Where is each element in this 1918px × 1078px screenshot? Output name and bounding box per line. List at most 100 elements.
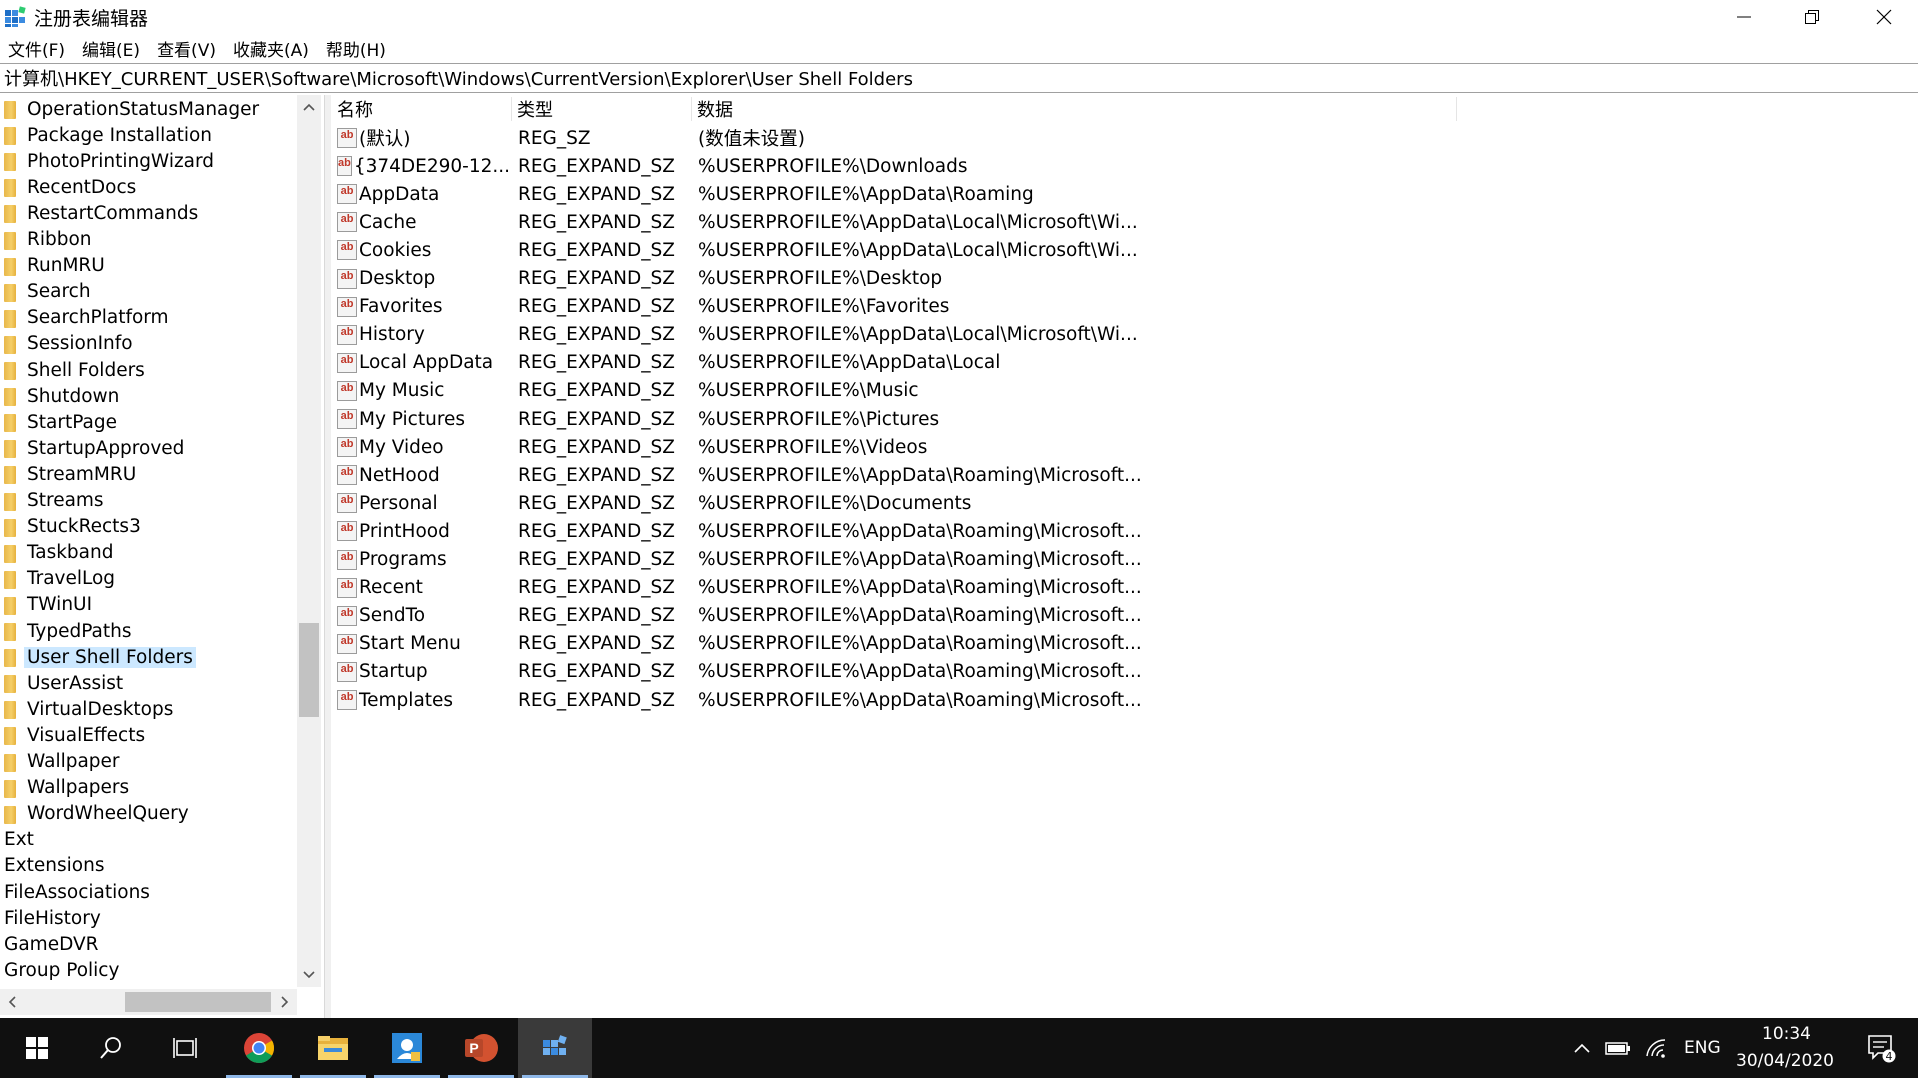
tree-item[interactable]: Wallpapers	[0, 775, 129, 801]
value-name: Desktop	[359, 268, 436, 289]
value-row[interactable]: ab My Pictures REG_EXPAND_SZ %USERPROFILE%\…	[331, 405, 1456, 433]
menu-bar: 文件(F) 编辑(E) 查看(V) 收藏夹(A) 帮助(H)	[0, 34, 1918, 62]
scroll-right-arrow[interactable]	[273, 989, 297, 1015]
tree-vertical-scrollbar[interactable]	[297, 95, 321, 987]
value-row[interactable]: ab Cookies REG_EXPAND_SZ %USERPROFILE%\AppD…	[331, 236, 1456, 264]
tree-item-label: RestartCommands	[27, 202, 199, 224]
task-view-button[interactable]	[148, 1018, 222, 1078]
tree-item[interactable]: Extensions	[0, 853, 104, 879]
tree-item[interactable]: Shell Folders	[0, 357, 145, 383]
tree-item[interactable]: Search	[0, 279, 91, 305]
tree-item[interactable]: TypedPaths	[0, 618, 132, 644]
tree-item[interactable]: User Shell Folders	[0, 644, 196, 670]
column-header-data[interactable]: 数据	[691, 95, 1456, 122]
value-type: REG_EXPAND_SZ	[518, 492, 675, 514]
tree-item[interactable]: Ext	[0, 827, 34, 853]
scroll-down-arrow[interactable]	[297, 963, 321, 987]
value-type: REG_EXPAND_SZ	[518, 408, 675, 430]
close-button[interactable]	[1850, 0, 1918, 34]
value-row[interactable]: ab Local AppData REG_EXPAND_SZ %USERPROFILE…	[331, 349, 1456, 377]
tree-item[interactable]: Taskband	[0, 540, 113, 566]
value-row[interactable]: ab NetHood REG_EXPAND_SZ %USERPROFILE%\AppD…	[331, 461, 1456, 489]
tree-item[interactable]: PhotoPrintingWizard	[0, 148, 214, 174]
folder-icon	[4, 125, 18, 146]
tree-item[interactable]: UserAssist	[0, 670, 123, 696]
tree-item[interactable]: SessionInfo	[0, 331, 133, 357]
value-row[interactable]: ab Programs REG_EXPAND_SZ %USERPROFILE%\App…	[331, 546, 1456, 574]
tree-item-label: StuckRects3	[27, 516, 141, 538]
action-center-button[interactable]: 4	[1852, 1018, 1912, 1078]
value-row[interactable]: ab My Video REG_EXPAND_SZ %USERPROFILE%\Vid…	[331, 433, 1456, 461]
value-row[interactable]: ab PrintHood REG_EXPAND_SZ %USERPROFILE%\Ap…	[331, 517, 1456, 545]
scroll-up-arrow[interactable]	[297, 95, 321, 119]
tree-item[interactable]: RunMRU	[0, 253, 105, 279]
tree-item[interactable]: VisualEffects	[0, 722, 145, 748]
tree-item[interactable]: FileAssociations	[0, 879, 150, 905]
tree-item[interactable]: Group Policy	[0, 957, 119, 983]
regedit-taskbar-button[interactable]	[518, 1018, 592, 1078]
powerpoint-taskbar-button[interactable]: P	[444, 1018, 518, 1078]
clock[interactable]: 10:34 30/04/2020	[1726, 1018, 1836, 1078]
scroll-thumb[interactable]	[299, 623, 319, 717]
show-hidden-icons-button[interactable]	[1564, 1018, 1600, 1078]
value-row[interactable]: ab SendTo REG_EXPAND_SZ %USERPROFILE%\AppDa…	[331, 602, 1456, 630]
menu-view[interactable]: 查看(V)	[155, 34, 218, 63]
menu-file[interactable]: 文件(F)	[6, 34, 67, 63]
tree-item[interactable]: Holographic	[0, 983, 115, 987]
tree-item[interactable]: TWinUI	[0, 592, 92, 618]
tree-item[interactable]: WordWheelQuery	[0, 801, 189, 827]
tree-item[interactable]: StartPage	[0, 409, 117, 435]
value-row[interactable]: ab (默认) REG_SZ (数值未设置)	[331, 124, 1456, 152]
scroll-thumb-horizontal[interactable]	[125, 992, 271, 1012]
value-row[interactable]: ab Personal REG_EXPAND_SZ %USERPROFILE%\Doc…	[331, 489, 1456, 517]
tree-item[interactable]: Shutdown	[0, 383, 119, 409]
value-row[interactable]: ab AppData REG_EXPAND_SZ %USERPROFILE%\AppD…	[331, 180, 1456, 208]
menu-favorites[interactable]: 收藏夹(A)	[231, 34, 311, 63]
tree-item[interactable]: StartupApproved	[0, 435, 184, 461]
tree-item[interactable]: GameDVR	[0, 931, 99, 957]
language-indicator[interactable]: ENG	[1684, 1038, 1721, 1058]
tree-item[interactable]: Package Installation	[0, 122, 212, 148]
menu-help[interactable]: 帮助(H)	[324, 34, 388, 63]
tree-item[interactable]: StuckRects3	[0, 514, 141, 540]
battery-button[interactable]	[1600, 1018, 1636, 1078]
wifi-button[interactable]	[1638, 1018, 1674, 1078]
value-row[interactable]: ab My Music REG_EXPAND_SZ %USERPROFILE%\Mus…	[331, 377, 1456, 405]
tree-horizontal-scrollbar[interactable]	[0, 989, 297, 1015]
tree-item[interactable]: VirtualDesktops	[0, 696, 173, 722]
restore-button[interactable]	[1778, 0, 1846, 34]
tree-item[interactable]: Streams	[0, 488, 104, 514]
address-path[interactable]: 计算机\HKEY_CURRENT_USER\Software\Microsoft…	[4, 65, 913, 91]
column-divider[interactable]	[1456, 97, 1457, 121]
start-button[interactable]	[0, 1018, 74, 1078]
search-button[interactable]	[74, 1018, 148, 1078]
tree-item[interactable]: RecentDocs	[0, 174, 136, 200]
people-app-taskbar-button[interactable]	[370, 1018, 444, 1078]
tree-item[interactable]: OperationStatusManager	[0, 96, 259, 122]
minimize-button[interactable]	[1710, 0, 1778, 34]
scroll-left-arrow[interactable]	[0, 989, 24, 1015]
tree-item[interactable]: Wallpaper	[0, 749, 120, 775]
column-header-name[interactable]: 名称	[331, 95, 511, 122]
value-row[interactable]: ab {374DE290-12... REG_EXPAND_SZ %USERPROFI…	[331, 152, 1456, 180]
tree-item[interactable]: RestartCommands	[0, 200, 198, 226]
value-row[interactable]: ab Start Menu REG_EXPAND_SZ %USERPROFILE%\A…	[331, 630, 1456, 658]
tree-item[interactable]: SearchPlatform	[0, 305, 169, 331]
column-header-type[interactable]: 类型	[511, 95, 691, 122]
tree-item[interactable]: TravelLog	[0, 566, 115, 592]
value-row[interactable]: ab Desktop REG_EXPAND_SZ %USERPROFILE%\Desk…	[331, 265, 1456, 293]
tree-item[interactable]: StreamMRU	[0, 461, 136, 487]
value-row[interactable]: ab Cache REG_EXPAND_SZ %USERPROFILE%\AppDat…	[331, 208, 1456, 236]
tree-item[interactable]: Ribbon	[0, 227, 92, 253]
value-name-cell: ab Recent	[337, 574, 509, 602]
value-row[interactable]: ab Recent REG_EXPAND_SZ %USERPROFILE%\AppDa…	[331, 574, 1456, 602]
address-bar[interactable]: 计算机\HKEY_CURRENT_USER\Software\Microsoft…	[0, 63, 1918, 93]
menu-edit[interactable]: 编辑(E)	[80, 34, 142, 63]
tree-item[interactable]: FileHistory	[0, 905, 101, 931]
value-row[interactable]: ab Favorites REG_EXPAND_SZ %USERPROFILE%\Fa…	[331, 293, 1456, 321]
chrome-taskbar-button[interactable]	[222, 1018, 296, 1078]
value-row[interactable]: ab Templates REG_EXPAND_SZ %USERPROFILE%\Ap…	[331, 686, 1456, 714]
file-explorer-taskbar-button[interactable]	[296, 1018, 370, 1078]
value-row[interactable]: ab History REG_EXPAND_SZ %USERPROFILE%\AppD…	[331, 321, 1456, 349]
value-row[interactable]: ab Startup REG_EXPAND_SZ %USERPROFILE%\AppD…	[331, 658, 1456, 686]
